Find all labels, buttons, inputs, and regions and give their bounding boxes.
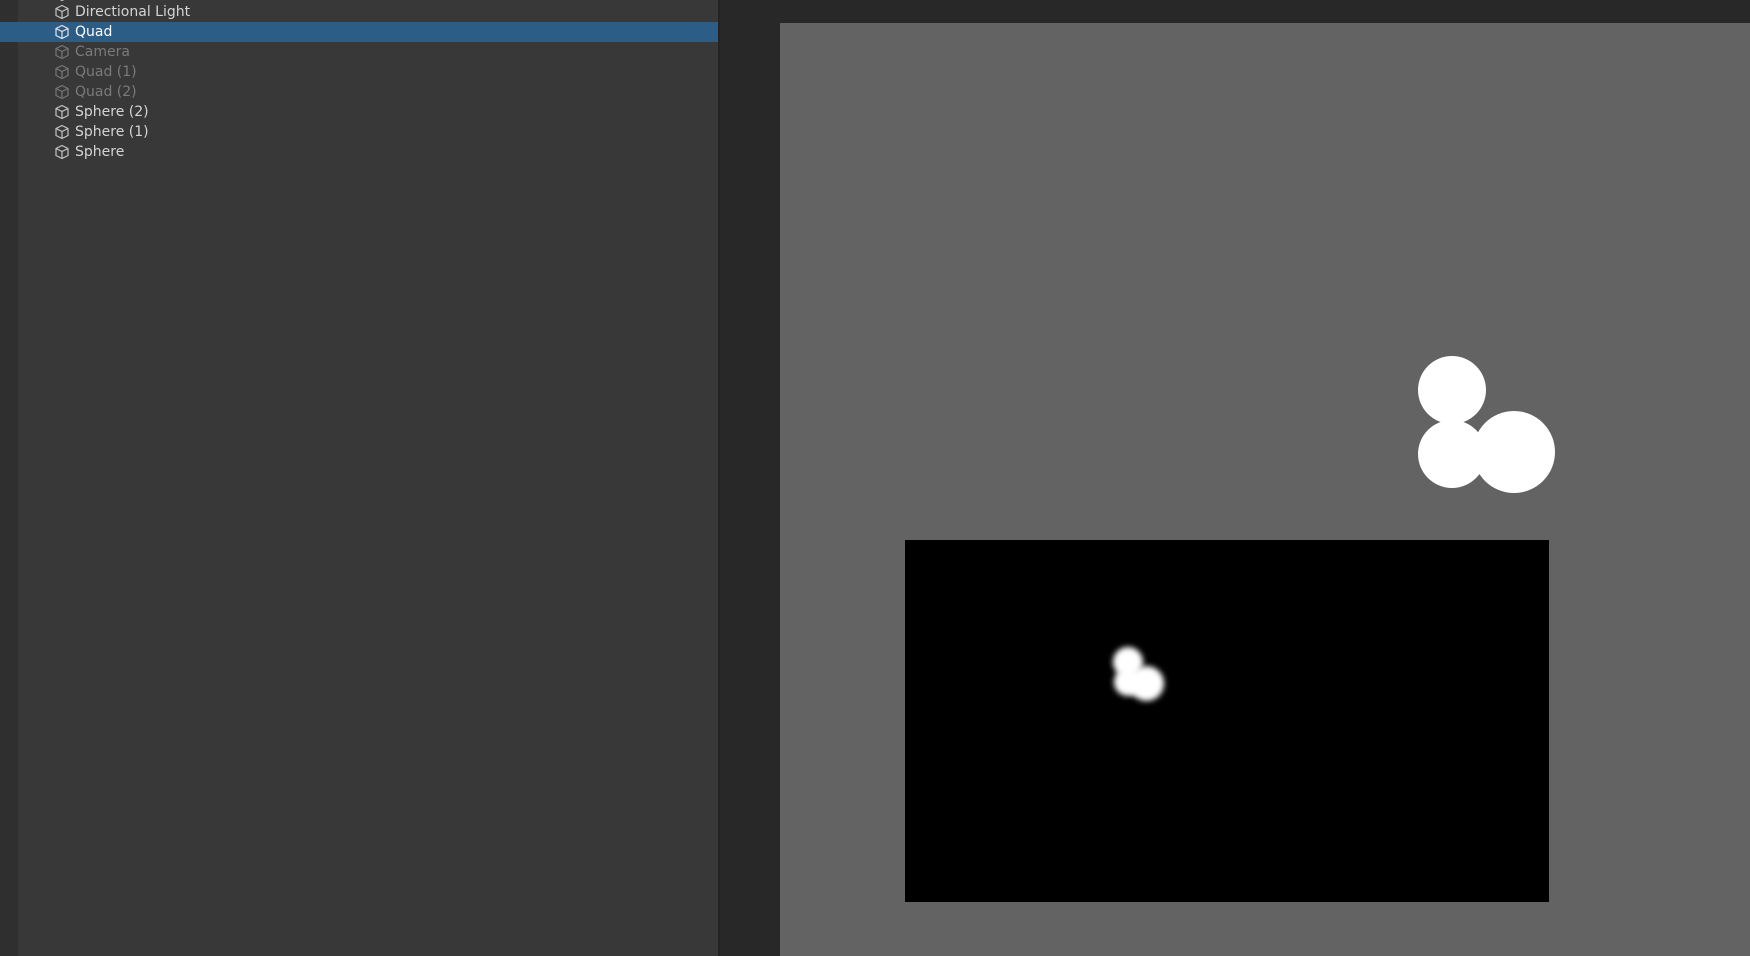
sphere-object-right[interactable]: [1473, 411, 1555, 493]
view-area: [720, 0, 1750, 956]
tree-item-quad-1[interactable]: Quad (1): [0, 62, 718, 82]
gameobject-cube-icon: [53, 23, 71, 41]
tree-item-camera[interactable]: Camera: [0, 42, 718, 62]
sphere-object-top[interactable]: [1418, 356, 1486, 424]
tree-item-label: Quad (1): [75, 64, 137, 80]
tree-item-quad-2[interactable]: Quad (2): [0, 82, 718, 102]
tree-item-label: Camera: [75, 44, 130, 60]
tree-item-label: Directional Light: [75, 4, 191, 20]
tree-item-sphere[interactable]: Sphere: [0, 142, 718, 162]
gameobject-cube-icon: [53, 103, 71, 121]
editor-window: Directional Light Quad Camera Quad (1) Q…: [0, 0, 1750, 956]
gameobject-cube-icon: [53, 3, 71, 21]
sphere-reflection-right: [1129, 666, 1164, 701]
tree-item-quad[interactable]: Quad: [0, 22, 718, 42]
scene-viewport[interactable]: [780, 23, 1750, 956]
hierarchy-panel: Directional Light Quad Camera Quad (1) Q…: [0, 0, 718, 956]
tree-item-label: Sphere (2): [75, 104, 149, 120]
tree-item-directional-light[interactable]: Directional Light: [0, 2, 718, 22]
gameobject-cube-icon: [53, 83, 71, 101]
gameobject-cube-icon: [53, 43, 71, 61]
tree-item-label: Sphere: [75, 144, 125, 160]
quad-render-surface[interactable]: [905, 540, 1549, 902]
hierarchy-tree: Directional Light Quad Camera Quad (1) Q…: [0, 0, 718, 162]
gameobject-cube-icon: [53, 123, 71, 141]
gameobject-cube-icon: [53, 143, 71, 161]
tree-item-label: Quad (2): [75, 84, 137, 100]
tree-item-sphere-1[interactable]: Sphere (1): [0, 122, 718, 142]
tree-item-sphere-2[interactable]: Sphere (2): [0, 102, 718, 122]
gameobject-cube-icon: [53, 63, 71, 81]
tree-item-label: Quad: [75, 24, 113, 40]
tree-item-label: Sphere (1): [75, 124, 149, 140]
